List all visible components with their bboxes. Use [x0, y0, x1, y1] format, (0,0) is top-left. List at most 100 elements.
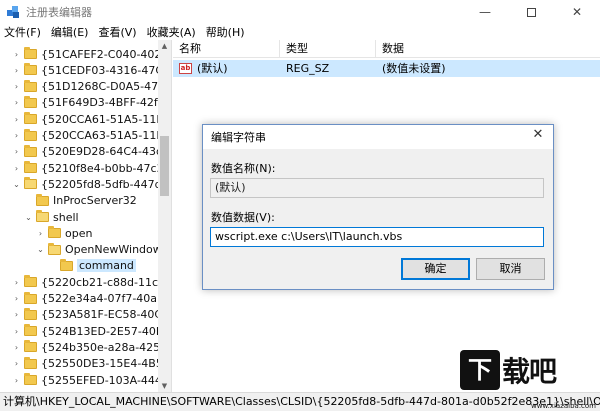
menu-edit[interactable]: 编辑(E): [46, 24, 94, 40]
tree-item-label: OpenNewWindow: [65, 243, 162, 257]
maximize-button[interactable]: [508, 0, 554, 24]
collapsed-chevron-icon[interactable]: ›: [12, 111, 21, 127]
tree-item[interactable]: › {523A581F-EC58-40CE-99: [12, 307, 171, 323]
value-data-input[interactable]: wscript.exe c:\Users\IT\launch.vbs: [210, 227, 544, 247]
scroll-thumb[interactable]: [160, 136, 169, 196]
tree-item[interactable]: › {52550DE3-15E4-4B53-96: [12, 356, 171, 372]
list-header: 名称 类型 数据: [173, 40, 600, 58]
tree-item[interactable]: › {520E9D28-64C4-43df-BE: [12, 144, 171, 160]
tree-item-label: {5210f8e4-b0bb-47c3-a8: [41, 161, 172, 175]
minimize-button[interactable]: —: [462, 0, 508, 24]
tree-item[interactable]: › {524b350e-a28a-425d-a4: [12, 339, 172, 355]
value-data: (数值未设置): [382, 62, 446, 75]
folder-icon: [48, 226, 61, 239]
folder-icon: [24, 63, 37, 76]
tree-item[interactable]: › {5255EFED-103A-4444-B1: [12, 372, 171, 388]
tree-item-label: {51CAFEF2-C040-4022-A1: [41, 47, 171, 61]
edit-string-dialog: 编辑字符串 ✕ 数值名称(N): (默认) 数值数据(V): wscript.e…: [202, 124, 554, 290]
menu-help[interactable]: 帮助(H): [201, 24, 250, 40]
tree-item[interactable]: › {524B13ED-2E57-40B8-B8: [12, 323, 171, 339]
column-header-type[interactable]: 类型: [280, 40, 376, 58]
collapsed-chevron-icon[interactable]: ›: [12, 339, 21, 355]
tree-item-label: {52205fd8-5dfb-447d-80: [41, 177, 172, 191]
folder-icon: [24, 291, 37, 304]
tree-item[interactable]: › {5210f8e4-b0bb-47c3-a8: [12, 160, 172, 176]
collapsed-chevron-icon[interactable]: ›: [12, 79, 21, 95]
tree-item-label: {51CEDF03-4316-47C9-81: [41, 63, 171, 77]
tree-item-label: {52550DE3-15E4-4B53-96: [41, 357, 171, 371]
site-watermark: 下 载吧: [460, 344, 596, 396]
tree-item[interactable]: InProcServer32: [24, 193, 137, 209]
collapsed-chevron-icon[interactable]: ›: [12, 291, 21, 307]
collapsed-chevron-icon[interactable]: ›: [12, 62, 21, 78]
collapsed-chevron-icon[interactable]: ›: [12, 160, 21, 176]
tree-item[interactable]: ⌄ {52205fd8-5dfb-447d-80: [12, 176, 172, 192]
tree-item[interactable]: › {51D1268C-D0A5-47CC-A: [12, 79, 172, 95]
folder-icon: [24, 275, 37, 288]
dialog-close-button[interactable]: ✕: [527, 126, 549, 144]
expanded-chevron-icon[interactable]: ⌄: [36, 242, 45, 258]
tree-item-label: shell: [53, 210, 79, 224]
watermark-url: www.xiazaiba.com: [531, 402, 596, 410]
scroll-down-icon[interactable]: ▼: [158, 380, 171, 392]
tree-item-label: open: [65, 226, 93, 240]
folder-icon: [24, 95, 37, 108]
menu-bar: 文件(F) 编辑(E) 查看(V) 收藏夹(A) 帮助(H): [0, 24, 600, 40]
tree-item-label: {524B13ED-2E57-40B8-B8: [41, 324, 171, 338]
tree-item[interactable]: › {51F649D3-4BFF-42f6-A2: [12, 95, 171, 111]
folder-icon: [48, 242, 61, 255]
close-icon: ✕: [532, 127, 544, 142]
minimize-icon: —: [479, 5, 491, 19]
tree-item-label: {51D1268C-D0A5-47CC-A: [41, 80, 172, 94]
tree-item[interactable]: › {520CCA61-51A5-11D3-9: [12, 111, 171, 127]
tree-item-label: {524b350e-a28a-425d-a4: [41, 340, 172, 354]
tree-item-label: {5220cb21-c88d-11cf-b34: [41, 275, 172, 289]
tree-item[interactable]: › {5220cb21-c88d-11cf-b34: [12, 274, 172, 290]
tree-item[interactable]: › {51CEDF03-4316-47C9-81: [12, 62, 171, 78]
tree-item[interactable]: › open: [36, 225, 92, 241]
folder-icon: [24, 144, 37, 157]
collapsed-chevron-icon[interactable]: ›: [12, 95, 21, 111]
collapsed-chevron-icon[interactable]: ›: [12, 307, 21, 323]
tree-item[interactable]: › {51CAFEF2-C040-4022-A1: [12, 46, 171, 62]
folder-icon: [36, 193, 49, 206]
folder-icon: [24, 307, 37, 320]
tree-item[interactable]: › {522e34a4-07f7-40a1-94c: [12, 291, 171, 307]
menu-favorites[interactable]: 收藏夹(A): [142, 24, 201, 40]
column-header-name[interactable]: 名称: [173, 40, 280, 58]
tree-item-label: {523A581F-EC58-40CE-99: [41, 308, 171, 322]
collapsed-chevron-icon[interactable]: ›: [12, 144, 21, 160]
folder-icon: [24, 47, 37, 59]
tree-item-label: InProcServer32: [53, 194, 137, 208]
dialog-title: 编辑字符串: [211, 131, 266, 144]
ok-button[interactable]: 确定: [401, 258, 470, 280]
tree-scrollbar[interactable]: ▲ ▼: [158, 40, 171, 392]
expanded-chevron-icon[interactable]: ⌄: [12, 176, 21, 192]
registry-tree[interactable]: › {51CAFEF2-C040-4022-A1 › {51CEDF03-4316-4…: [0, 40, 172, 392]
collapsed-chevron-icon[interactable]: ›: [12, 356, 21, 372]
collapsed-chevron-icon[interactable]: ›: [12, 46, 21, 62]
tree-item-label: {5255EFED-103A-4444-B1: [41, 373, 171, 387]
column-header-data[interactable]: 数据: [376, 40, 600, 58]
close-button[interactable]: ✕: [554, 0, 600, 24]
tree-item[interactable]: ⌄ shell: [24, 209, 79, 225]
dialog-body: 数值名称(N): (默认) 数值数据(V): wscript.exe c:\Us…: [203, 149, 553, 289]
cancel-button[interactable]: 取消: [476, 258, 545, 280]
tree-item[interactable]: command: [48, 258, 136, 274]
folder-icon: [24, 161, 37, 174]
collapsed-chevron-icon[interactable]: ›: [36, 225, 45, 241]
string-value-icon: ab: [179, 63, 192, 74]
collapsed-chevron-icon[interactable]: ›: [12, 372, 21, 388]
folder-icon: [24, 128, 37, 141]
collapsed-chevron-icon[interactable]: ›: [12, 128, 21, 144]
menu-file[interactable]: 文件(F): [0, 24, 46, 40]
scroll-up-icon[interactable]: ▲: [158, 40, 171, 52]
collapsed-chevron-icon[interactable]: ›: [12, 323, 21, 339]
tree-item[interactable]: ⌄ OpenNewWindow: [36, 242, 162, 258]
list-row[interactable]: ab (默认) REG_SZ (数值未设置): [173, 60, 600, 77]
collapsed-chevron-icon[interactable]: ›: [12, 274, 21, 290]
expanded-chevron-icon[interactable]: ⌄: [24, 209, 33, 225]
tree-item[interactable]: › {520CCA63-51A5-11D3-9: [12, 128, 171, 144]
menu-view[interactable]: 查看(V): [93, 24, 141, 40]
tree-item-label: command: [77, 259, 136, 273]
